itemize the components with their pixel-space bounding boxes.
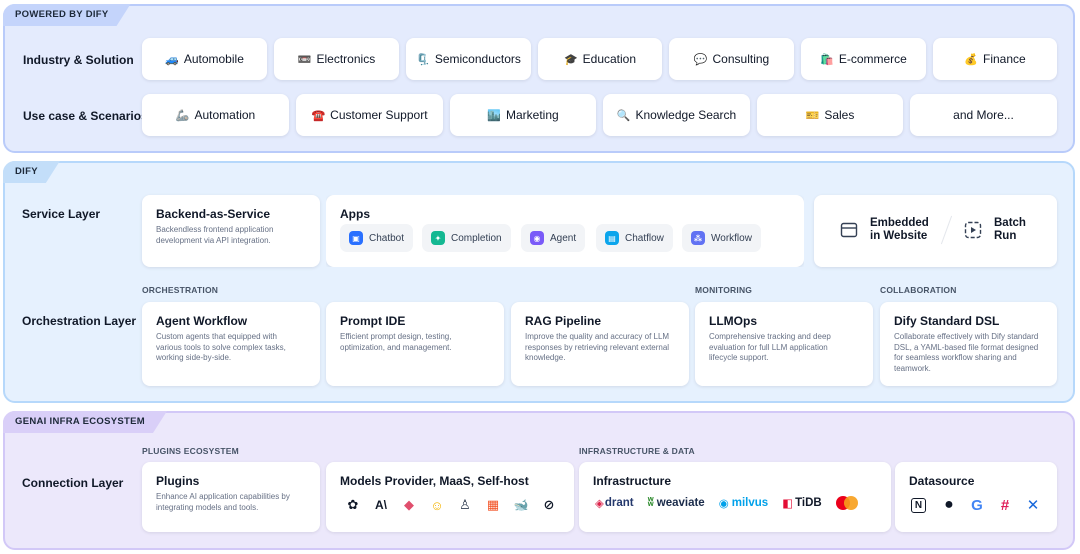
usecase-automation[interactable]: 🦾 Automation — [142, 94, 289, 136]
industry-electronics[interactable]: 📼 Electronics — [274, 38, 399, 80]
telephone-icon: ☎️ — [311, 109, 326, 122]
usecase-sales[interactable]: 🎫 Sales — [757, 94, 903, 136]
weaviate-logo: ʬ weaviate — [647, 497, 705, 509]
divider — [940, 215, 953, 245]
milvus-logo: ◉ milvus — [718, 497, 769, 510]
magnifier-icon: 🔍 — [616, 109, 631, 122]
app-chatbot[interactable]: ▣ Chatbot — [340, 224, 414, 252]
usecase-knowledge-search[interactable]: 🔍 Knowledge Search — [603, 94, 750, 136]
app-workflow[interactable]: ⁂ Workflow — [682, 224, 761, 252]
industry-semiconductors[interactable]: 🗜️ Semiconductors — [406, 38, 531, 80]
prompt-ide-card[interactable]: Prompt IDE Efficient prompt design, test… — [326, 302, 504, 386]
infrastructure-card[interactable]: Infrastructure ◈ drant ʬ weaviate ◉ milvus … — [579, 462, 891, 532]
plugins-card[interactable]: Plugins Enhance AI application capabilit… — [142, 462, 320, 532]
microsoft-icon: ▦ — [486, 497, 500, 512]
robotic-arm-icon: 🦾 — [175, 109, 190, 122]
speech-bubble-icon: 💬 — [693, 53, 708, 66]
car-icon: 🚙 — [165, 53, 179, 66]
browser-window-icon — [840, 222, 858, 238]
usecase-marketing[interactable]: 🏙️ Marketing — [450, 94, 596, 136]
github-icon: ● — [944, 496, 954, 513]
app-completion[interactable]: ✦ Completion — [422, 224, 511, 252]
app-chatflow[interactable]: ▤ Chatflow — [596, 224, 673, 252]
usecase-row-label: Use case & Scenarios — [23, 109, 148, 123]
batch-run[interactable]: Batch Run — [964, 217, 1026, 243]
rag-pipeline-card[interactable]: RAG Pipeline Improve the quality and acc… — [511, 302, 689, 386]
industry-finance[interactable]: 💰 Finance — [933, 38, 1057, 80]
batch-play-icon — [964, 221, 982, 239]
qdrant-logo: ◈ drant — [595, 497, 634, 510]
gemini-icon: ◆ — [404, 497, 414, 512]
models-provider-card[interactable]: Models Provider, MaaS, Self-host ✿ A\ ◆ … — [326, 462, 574, 532]
section-tag: DIFY — [3, 161, 60, 183]
monitoring-sublabel: MONITORING — [695, 285, 753, 295]
datasource-card[interactable]: Datasource N ● G # ✕ — [895, 462, 1057, 532]
deployment-card: Embedded in Website Batch Run — [814, 195, 1057, 267]
app-agent[interactable]: ◉ Agent — [521, 224, 586, 252]
google-icon: G — [971, 496, 983, 514]
shopping-bags-icon: 🛍️ — [820, 53, 834, 66]
dify-standard-dsl-card[interactable]: Dify Standard DSL Collaborate effectivel… — [880, 302, 1057, 386]
agent-workflow-card[interactable]: Agent Workflow Custom agents that equipp… — [142, 302, 320, 386]
deepseek-icon: 🐋 — [513, 498, 529, 512]
slack-icon: # — [1000, 496, 1010, 514]
orchestration-layer-label: Orchestration Layer — [22, 314, 137, 328]
tidb-logo: ◧ TiDB — [782, 497, 822, 510]
industry-education[interactable]: 🎓 Education — [538, 38, 662, 80]
industry-automobile[interactable]: 🚙 Automobile — [142, 38, 267, 80]
embedded-in-website[interactable]: Embedded in Website — [840, 217, 929, 243]
agent-icon: ◉ — [530, 231, 544, 245]
huggingface-icon: ☺ — [430, 497, 444, 513]
dify-section: DIFY Service Layer Orchestration Layer B… — [3, 161, 1075, 403]
openai-icon: ✿ — [347, 497, 359, 512]
section-tag: GENAI INFRA ECOSYSTEM — [3, 411, 167, 433]
ollama-icon: ♙ — [459, 497, 471, 512]
videocassette-icon: 📼 — [297, 53, 312, 66]
backend-as-service-card[interactable]: Backend-as-Service Backendless frontend … — [142, 195, 320, 267]
mastercard-logo — [835, 496, 858, 510]
zhipu-icon: ⊘ — [543, 497, 555, 512]
industry-consulting[interactable]: 💬 Consulting — [669, 38, 794, 80]
industry-row-label: Industry & Solution — [23, 53, 134, 67]
usecase-and-more[interactable]: and More... — [910, 94, 1057, 136]
graduation-cap-icon: 🎓 — [563, 53, 578, 66]
money-bag-icon: 💰 — [964, 53, 978, 66]
chatbot-icon: ▣ — [349, 231, 363, 245]
anthropic-icon: A\ — [375, 498, 387, 512]
plugins-ecosystem-sublabel: PLUGINS ECOSYSTEM — [142, 446, 239, 456]
service-layer-label: Service Layer — [22, 207, 101, 221]
confluence-icon: ✕ — [1026, 497, 1040, 514]
powered-by-dify-section: POWERED BY DIFY Industry & Solution Use … — [3, 4, 1075, 153]
connection-layer-label: Connection Layer — [22, 476, 124, 490]
completion-icon: ✦ — [431, 231, 445, 245]
infrastructure-data-sublabel: INFRASTRUCTURE & DATA — [579, 446, 695, 456]
collaboration-sublabel: COLLABORATION — [880, 285, 957, 295]
notion-icon: N — [911, 497, 926, 513]
section-tag: POWERED BY DIFY — [3, 4, 131, 26]
industry-ecommerce[interactable]: 🛍️ E-commerce — [801, 38, 926, 80]
ticket-icon: 🎫 — [805, 109, 820, 122]
chip-icon: 🗜️ — [416, 53, 430, 66]
genai-infra-section: GENAI INFRA ECOSYSTEM Connection Layer P… — [3, 411, 1075, 550]
orchestration-sublabel: ORCHESTRATION — [142, 285, 219, 295]
apps-card: Apps ▣ Chatbot ✦ Completion ◉ Agent ▤ Chatfl… — [326, 195, 804, 267]
cityscape-icon: 🏙️ — [487, 109, 501, 122]
workflow-icon: ⁂ — [691, 231, 705, 245]
llmops-card[interactable]: LLMOps Comprehensive tracking and deep e… — [695, 302, 873, 386]
chatflow-icon: ▤ — [605, 231, 619, 245]
usecase-customer-support[interactable]: ☎️ Customer Support — [296, 94, 443, 136]
